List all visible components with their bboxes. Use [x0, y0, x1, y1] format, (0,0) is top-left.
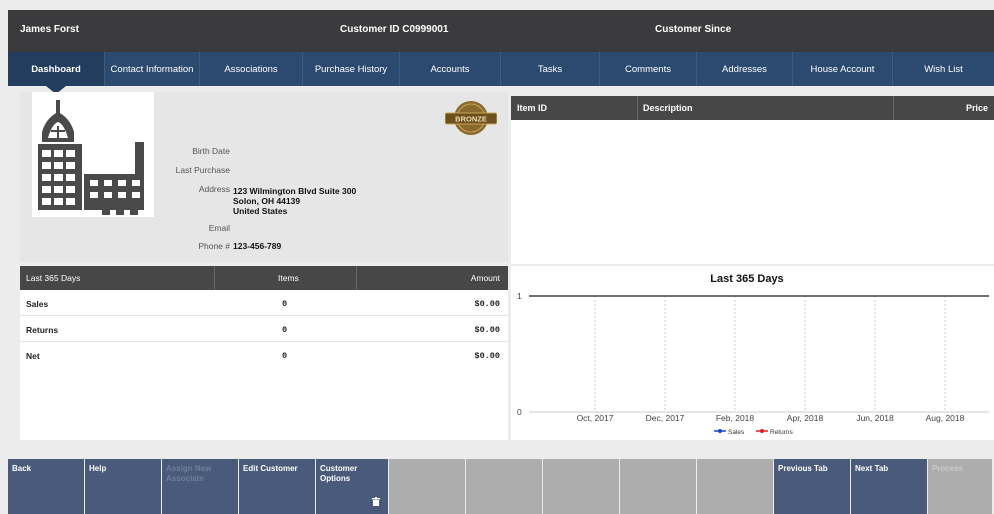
tab-purchase-history[interactable]: Purchase History: [303, 52, 400, 86]
tab-house-account[interactable]: House Account: [793, 52, 893, 86]
x-tick-label: Aug, 2018: [926, 413, 965, 423]
row-amount: $0.00: [474, 325, 500, 335]
row-amount: $0.00: [474, 299, 500, 309]
legend-marker: [760, 429, 764, 433]
items-table: Item ID Description Price: [511, 96, 994, 264]
column-price: Price: [965, 103, 988, 113]
customer-header: James Forst Customer ID C0999001 Custome…: [8, 10, 994, 52]
customer-profile: BRONZE Birth Date Last Purchase Address …: [20, 92, 508, 262]
help-button-label: Help: [89, 464, 107, 473]
x-tick-label: Jun, 2018: [856, 413, 894, 423]
column-amount: Amount: [470, 273, 500, 283]
phone-value: 123-456-789: [233, 241, 282, 251]
tab-addresses[interactable]: Addresses: [697, 52, 793, 86]
x-tick-label: Apr, 2018: [787, 413, 824, 423]
sales-chart: Last 365 Days 0 1 Oct, 2017 Dec, 2017 Feb, …: [511, 266, 994, 440]
customer-dashboard: James Forst Customer ID C0999001 Custome…: [0, 0, 994, 514]
empty-button-1[interactable]: [389, 459, 465, 514]
back-button[interactable]: Back: [8, 459, 84, 514]
column-period: Last 365 Days: [26, 273, 81, 283]
column-description: Description: [643, 103, 693, 113]
tab-associations[interactable]: Associations: [200, 52, 303, 86]
row-items: 0: [282, 351, 288, 361]
empty-button-5[interactable]: [697, 459, 773, 514]
chart-canvas: Last 365 Days 0 1 Oct, 2017 Dec, 2017 Feb, …: [517, 273, 989, 436]
tab-tasks[interactable]: Tasks: [501, 52, 600, 86]
tab-accounts[interactable]: Accounts: [400, 52, 501, 86]
address-line2: Solon, OH 44139: [233, 196, 301, 206]
row-amount: $0.00: [474, 351, 500, 361]
action-bar: Back Help Assign New Associate Edit Cust…: [8, 459, 994, 514]
x-tick-label: Dec, 2017: [646, 413, 685, 423]
loyalty-badge: BRONZE: [444, 100, 498, 136]
summary-table-header: Last 365 Days Items Amount: [20, 266, 508, 290]
trash-icon: [372, 497, 380, 508]
row-label: Sales: [26, 299, 49, 309]
row-label: Net: [26, 351, 40, 361]
last-purchase-label: Last Purchase: [175, 165, 230, 175]
row-label: Returns: [26, 325, 59, 335]
phone-label: Phone #: [198, 241, 230, 251]
legend-label: Sales: [728, 429, 745, 436]
summary-table: Last 365 Days Items Amount Sales 0 $0.00…: [20, 266, 508, 440]
summary-row-net: Net 0 $0.00: [20, 342, 508, 368]
tab-contact-information[interactable]: Contact Information: [105, 52, 200, 86]
row-items: 0: [282, 299, 288, 309]
empty-button-3[interactable]: [543, 459, 619, 514]
y-tick-label: 0: [517, 407, 522, 417]
address-line3: United States: [233, 206, 288, 216]
legend-label: Returns: [770, 429, 794, 436]
y-tick-label: 1: [517, 291, 522, 301]
column-items: Items: [278, 273, 299, 283]
edit-customer-button-label: Edit Customer: [243, 464, 298, 473]
assign-associate-button[interactable]: Assign New Associate: [162, 459, 238, 514]
customer-name: James Forst: [20, 24, 79, 35]
previous-tab-button-label: Previous Tab: [778, 464, 828, 473]
edit-customer-button[interactable]: Edit Customer: [239, 459, 315, 514]
previous-tab-button[interactable]: Previous Tab: [774, 459, 850, 514]
building-icon: [32, 92, 154, 217]
empty-button-4[interactable]: [620, 459, 696, 514]
column-item-id: Item ID: [517, 103, 548, 113]
legend-marker: [718, 429, 722, 433]
customer-options-button-label: Customer Options: [320, 464, 358, 483]
tab-bar: Dashboard Contact Information Associatio…: [8, 52, 994, 94]
badge-label: BRONZE: [455, 115, 487, 124]
assign-associate-button-label: Assign New Associate: [166, 464, 212, 483]
empty-button-2[interactable]: [466, 459, 542, 514]
row-items: 0: [282, 325, 288, 335]
tab-dashboard[interactable]: Dashboard: [8, 52, 105, 94]
process-button-label: Process: [932, 464, 964, 473]
next-tab-button-label: Next Tab: [855, 464, 889, 473]
tab-wish-list[interactable]: Wish List: [893, 52, 994, 86]
next-tab-button[interactable]: Next Tab: [851, 459, 927, 514]
chart-title: Last 365 Days: [710, 273, 783, 285]
process-button[interactable]: Process: [928, 459, 992, 514]
summary-row-returns: Returns 0 $0.00: [20, 316, 508, 342]
items-table-header: Item ID Description Price: [511, 96, 994, 120]
birth-date-label: Birth Date: [192, 146, 230, 156]
help-button[interactable]: Help: [85, 459, 161, 514]
x-tick-label: Feb, 2018: [716, 413, 755, 423]
tab-comments[interactable]: Comments: [600, 52, 697, 86]
back-button-label: Back: [12, 464, 32, 473]
address-label: Address: [198, 184, 230, 194]
customer-options-button[interactable]: Customer Options: [316, 459, 388, 514]
summary-row-sales: Sales 0 $0.00: [20, 290, 508, 316]
customer-id: Customer ID C0999001: [340, 24, 449, 35]
x-tick-label: Oct, 2017: [577, 413, 614, 423]
address-line1: 123 Wilmington Blvd Suite 300: [233, 186, 357, 196]
customer-since: Customer Since: [655, 24, 732, 35]
email-label: Email: [208, 223, 230, 233]
